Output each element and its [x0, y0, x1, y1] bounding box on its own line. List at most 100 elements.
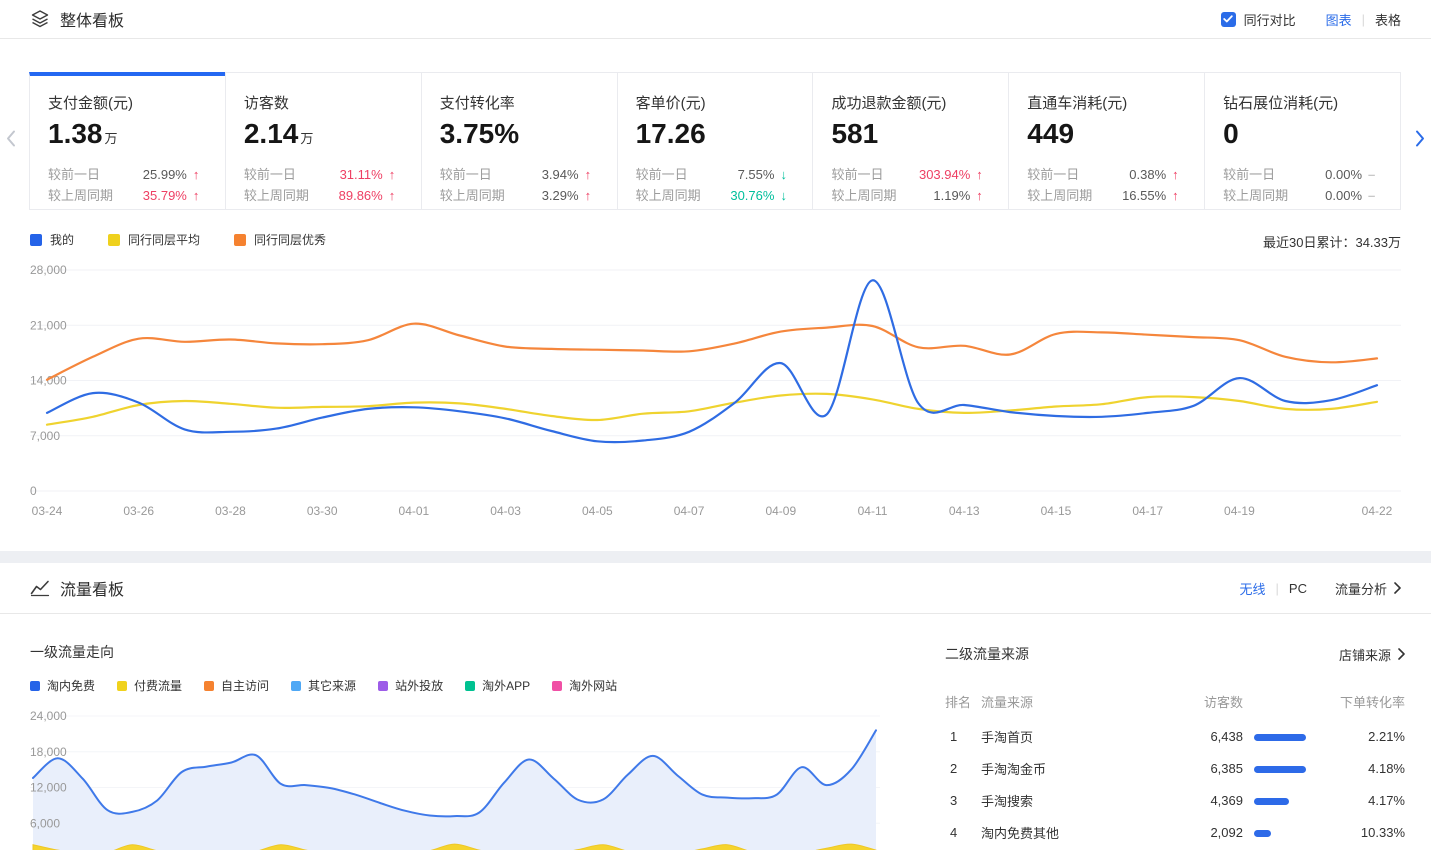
metric-label: 较上周同期: [636, 185, 731, 206]
kpi-cards: 支付金额(元) 1.38万 较前一日 25.99% 较上周同期: [30, 72, 1401, 210]
trend-arrow-icon: [780, 164, 794, 185]
metric-value: 3.29%: [542, 185, 579, 206]
table-row: 2 手淘淘金币 6,385 4.18%: [945, 752, 1405, 784]
traffic-analysis-link[interactable]: 流量分析: [1335, 579, 1401, 598]
view-chart-tab[interactable]: 图表: [1326, 10, 1352, 29]
overall-title-group: 整体看板: [30, 7, 124, 31]
svg-text:04-03: 04-03: [490, 504, 521, 518]
kpi-card-metrics: 较前一日 0.38% 较上周同期 16.55%: [1027, 164, 1186, 206]
legend-item[interactable]: 淘内免费: [30, 677, 95, 694]
visitors-bar: [1254, 734, 1306, 741]
legend-item[interactable]: 淘外APP: [465, 677, 530, 694]
svg-text:24,000: 24,000: [30, 709, 67, 723]
page-title: 整体看板: [60, 7, 124, 31]
kpi-card[interactable]: 直通车消耗(元) 449 较前一日 0.38% 较上周同期: [1008, 72, 1205, 210]
view-table-tab[interactable]: 表格: [1375, 10, 1401, 29]
kpi-card-title: 访客数: [244, 92, 403, 113]
trend-arrow-icon: [389, 164, 403, 185]
kpi-card[interactable]: 访客数 2.14万 较前一日 31.11% 较上周同期: [225, 72, 422, 210]
metric-value: 16.55%: [1122, 185, 1166, 206]
cell-source: 手淘首页: [981, 727, 1147, 746]
svg-text:04-17: 04-17: [1132, 504, 1163, 518]
svg-text:28,000: 28,000: [30, 263, 67, 277]
metric-label: 较上周同期: [1223, 185, 1325, 206]
kpi-card-metrics: 较前一日 31.11% 较上周同期 89.86%: [244, 164, 403, 206]
metric-value: 35.79%: [143, 185, 187, 206]
metric-value: 31.11%: [340, 164, 383, 185]
svg-text:04-09: 04-09: [765, 504, 796, 518]
kpi-metric-row: 较前一日 0.00%: [1223, 164, 1382, 185]
svg-text:04-22: 04-22: [1362, 504, 1393, 518]
col-conversion: 下单转化率: [1309, 692, 1405, 711]
kpi-card[interactable]: 支付金额(元) 1.38万 较前一日 25.99% 较上周同期: [29, 72, 226, 210]
legend-swatch: [552, 681, 562, 691]
metric-label: 较上周同期: [1027, 185, 1122, 206]
traffic-sources-head: 二级流量来源 店铺来源: [945, 644, 1405, 664]
kpi-card[interactable]: 客单价(元) 17.26 较前一日 7.55% 较上周同期: [617, 72, 814, 210]
svg-text:03-28: 03-28: [215, 504, 246, 518]
kpi-value-number: 2.14: [244, 118, 299, 149]
chevron-right-icon: [1398, 648, 1405, 660]
cell-conversion: 4.18%: [1309, 761, 1405, 776]
kpi-card[interactable]: 钻石展位消耗(元) 0 较前一日 0.00% 较上周同期: [1204, 72, 1401, 210]
metric-label: 较前一日: [440, 164, 542, 185]
carousel-next-icon[interactable]: [1415, 130, 1425, 153]
metric-value: 3.94%: [542, 164, 579, 185]
svg-text:03-30: 03-30: [307, 504, 338, 518]
metric-value: 30.76%: [730, 185, 774, 206]
trend-arrow-icon: [389, 185, 403, 206]
traffic-chart-legend: 淘内免费 付费流量 自主访问 其它来源: [30, 677, 639, 694]
legend-item[interactable]: 自主访问: [204, 677, 269, 694]
cell-bar: [1243, 793, 1309, 808]
table-row: 4 淘内免费其他 2,092 10.33%: [945, 816, 1405, 848]
kpi-card-value: 17.26: [636, 118, 795, 150]
legend-item[interactable]: 同行同层优秀: [234, 231, 326, 248]
legend-item[interactable]: 我的: [30, 231, 74, 248]
peer-compare-checkbox[interactable]: [1221, 12, 1236, 27]
legend-label: 同行同层优秀: [254, 231, 326, 248]
cell-conversion: 10.33%: [1309, 825, 1405, 840]
panel-divider: [0, 551, 1431, 563]
view-switch: 图表 | 表格: [1326, 10, 1401, 29]
carousel-prev-icon[interactable]: [6, 130, 16, 153]
kpi-card[interactable]: 支付转化率 3.75% 较前一日 3.94% 较上周同期: [421, 72, 618, 210]
shop-sources-link[interactable]: 店铺来源: [1339, 645, 1405, 664]
cell-conversion: 4.17%: [1309, 793, 1405, 808]
legend-item[interactable]: 付费流量: [117, 677, 182, 694]
device-switch-divider: |: [1276, 581, 1279, 596]
legend-item[interactable]: 站外投放: [378, 677, 443, 694]
visitors-bar: [1254, 798, 1289, 805]
legend-item[interactable]: 同行同层平均: [108, 231, 200, 248]
metric-label: 较上周同期: [244, 185, 339, 206]
trend-arrow-icon: [585, 185, 599, 206]
device-tab-wireless[interactable]: 无线: [1240, 579, 1266, 598]
kpi-value-number: 3.75%: [440, 118, 519, 149]
metric-value: 25.99%: [143, 164, 187, 185]
trend-arrow-icon: [193, 185, 207, 206]
trend-arrow-icon: [976, 185, 990, 206]
trend-arrow-icon: [1368, 185, 1382, 206]
chevron-right-icon: [1394, 582, 1401, 594]
metric-value: 0.38%: [1129, 164, 1166, 185]
legend-item[interactable]: 淘外网站: [552, 677, 617, 694]
device-tab-pc[interactable]: PC: [1289, 581, 1307, 596]
kpi-card[interactable]: 成功退款金额(元) 581 较前一日 303.94% 较上周同期: [812, 72, 1009, 210]
metric-label: 较前一日: [244, 164, 340, 185]
legend-swatch: [291, 681, 301, 691]
legend-label: 淘外APP: [482, 677, 530, 694]
kpi-card-value: 3.75%: [440, 118, 599, 150]
kpi-card-value: 449: [1027, 118, 1186, 150]
legend-item[interactable]: 其它来源: [291, 677, 356, 694]
traffic-sources-title: 二级流量来源: [945, 644, 1029, 664]
svg-text:04-01: 04-01: [399, 504, 430, 518]
svg-text:0: 0: [30, 484, 37, 498]
svg-text:7,000: 7,000: [30, 429, 60, 443]
traffic-body: 一级流量走向 淘内免费 付费流量 自主访问: [0, 614, 1431, 850]
trend-arrow-icon: [1172, 164, 1186, 185]
peer-compare-label[interactable]: 同行对比: [1244, 10, 1296, 29]
kpi-value-number: 0: [1223, 118, 1239, 149]
kpi-card-title: 支付转化率: [440, 92, 599, 113]
metric-value: 89.86%: [339, 185, 383, 206]
legend-label: 自主访问: [221, 677, 269, 694]
trend-line-icon: [30, 579, 50, 597]
